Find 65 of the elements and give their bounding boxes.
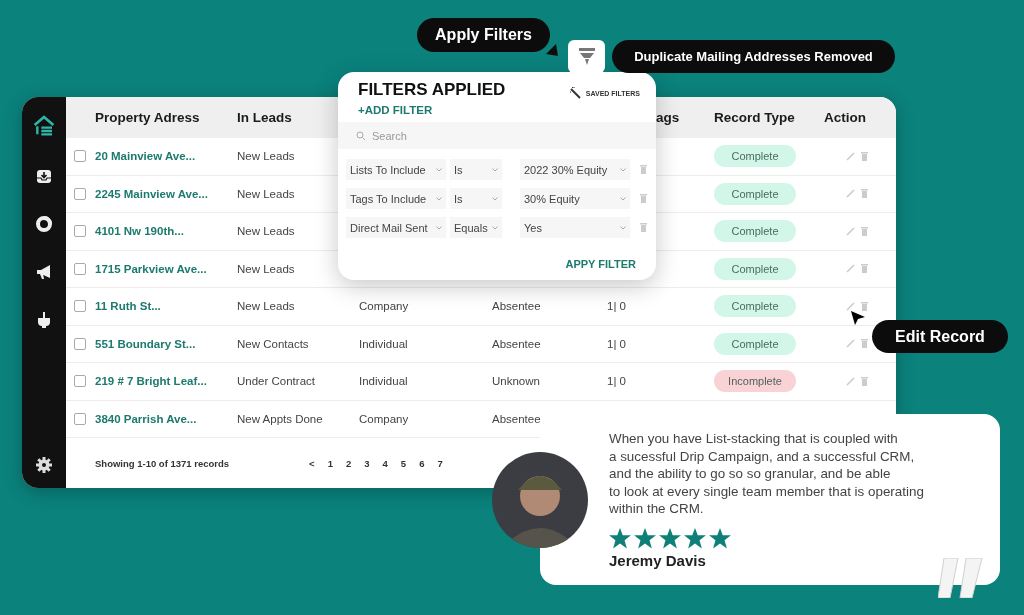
table-cell-text: Absentee: [492, 337, 542, 350]
address-link[interactable]: 20 Mainview Ave...: [95, 150, 237, 163]
status-pill: Complete: [714, 220, 796, 243]
column-header: Property Adress: [95, 110, 201, 125]
table-cell-text: Company: [359, 300, 410, 313]
search-field[interactable]: Search: [372, 129, 632, 142]
page-link[interactable]: 2: [345, 457, 352, 469]
page-link[interactable]: 4: [382, 457, 388, 469]
table-cell-text: New Appts Done: [237, 412, 324, 425]
address-link[interactable]: 11 Ruth St...: [95, 300, 237, 313]
edit-record-callout: Edit Record: [872, 320, 1008, 353]
column-header: In Leads: [237, 110, 293, 125]
table-cell-text: Unknown: [492, 375, 541, 388]
page-link[interactable]: 1: [327, 457, 333, 469]
table-cell-text: New Leads: [237, 300, 296, 313]
table-cell-text: Absentee: [492, 300, 542, 313]
table-cell-text: 1| 0: [607, 375, 627, 388]
value-dropdown[interactable]: 30% Equity: [520, 188, 630, 209]
table-cell-text: Under Contract: [237, 375, 316, 388]
table-cell-text: 1| 0: [607, 300, 627, 313]
status-pill: Incomplete: [714, 370, 796, 393]
address-link[interactable]: 2245 Mainview Ave...: [95, 187, 237, 200]
status-pill: Complete: [714, 295, 796, 318]
status-pill: Complete: [714, 332, 796, 355]
add-filter-link[interactable]: +ADD FILTER: [358, 104, 433, 116]
table-cell-text: New Leads: [237, 262, 296, 275]
table-cell-text: Company: [359, 412, 410, 425]
operator-dropdown[interactable]: Is: [450, 159, 502, 180]
duplicates-callout: Duplicate Mailing Addresses Removed: [612, 40, 895, 73]
apply-filter-button[interactable]: APPY FILTER: [565, 258, 636, 270]
value-dropdown[interactable]: Yes: [520, 217, 630, 238]
address-link[interactable]: 219 # 7 Bright Leaf...: [95, 375, 237, 388]
apply-filters-callout: Apply Filters: [417, 18, 550, 52]
popover-title: FILTERS APPLIED: [358, 80, 506, 100]
records-count: Showing 1-10 of 1371 records: [95, 457, 230, 469]
table-cell-text: Absentee: [492, 412, 542, 425]
page-link[interactable]: 7: [437, 457, 443, 469]
status-pill: Complete: [714, 257, 796, 280]
field-dropdown[interactable]: Direct Mail Sent: [346, 217, 446, 238]
operator-dropdown[interactable]: Equals: [450, 217, 502, 238]
status-pill: Complete: [714, 145, 796, 168]
table-cell-text: New Contacts: [237, 337, 310, 350]
page-link[interactable]: 3: [364, 457, 370, 469]
page-link[interactable]: 6: [419, 457, 425, 469]
address-link[interactable]: 4101 Nw 190th...: [95, 225, 237, 238]
field-dropdown[interactable]: Tags To Include: [346, 188, 446, 209]
page-link[interactable]: 5: [400, 457, 407, 469]
table-cell-text: 1| 0: [607, 337, 627, 350]
address-link[interactable]: 551 Boundary St...: [95, 337, 237, 350]
operator-dropdown[interactable]: Is: [450, 188, 502, 209]
column-header: Record Type: [714, 110, 796, 125]
status-pill: Complete: [714, 182, 796, 205]
field-dropdown[interactable]: Lists To Include: [346, 159, 446, 180]
address-link[interactable]: 3840 Parrish Ave...: [95, 412, 237, 425]
address-link[interactable]: 1715 Parkview Ave...: [95, 262, 237, 275]
value-dropdown[interactable]: 2022 30% Equity: [520, 159, 630, 180]
table-cell-text: Individual: [359, 375, 409, 388]
table-cell-text: New Leads: [237, 150, 296, 163]
search-bar[interactable]: Search: [338, 122, 656, 149]
testimonial-quote: When you have List-stacking that is coupled with a sucessful Drip Campaign, and a successful CRM, and the ability to go so so granular, and be able to look at every single team member that is operating within the CRM.: [609, 430, 925, 518]
column-header: Action: [824, 110, 867, 125]
author-name: Jeremy Davis: [609, 551, 707, 569]
previous-page-link[interactable]: <: [309, 457, 315, 469]
column-header: ags: [656, 110, 680, 125]
table-cell-text: Individual: [359, 337, 409, 350]
